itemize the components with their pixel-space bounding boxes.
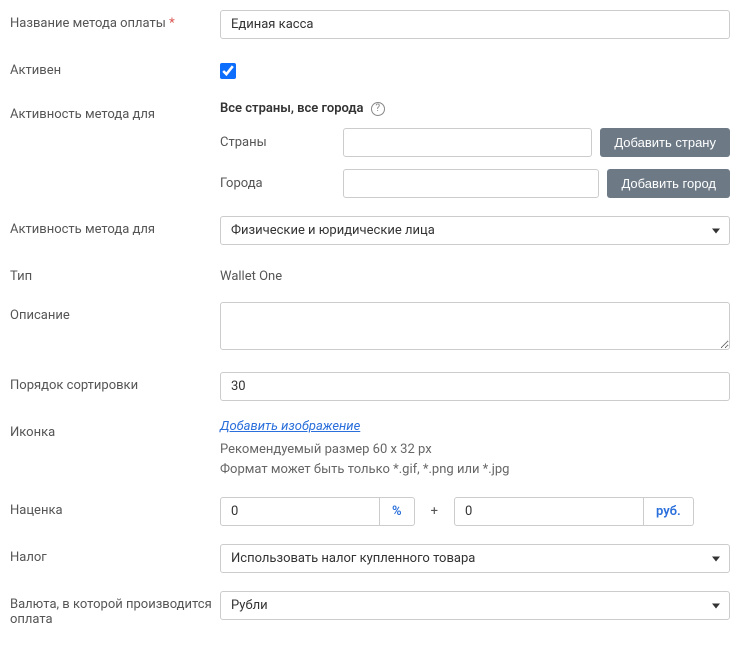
active-checkbox[interactable] [220,63,236,79]
tax-select[interactable]: Использовать налог купленного товара [220,544,730,573]
name-input[interactable] [220,10,730,39]
markup-percent-input[interactable] [220,497,380,526]
help-icon[interactable]: ? [371,102,385,116]
icon-hint-size: Рекомендуемый размер 60 х 32 px [220,440,730,460]
label-name: Название метода оплаты [10,10,220,31]
cities-sublabel: Города [220,176,335,191]
label-markup: Наценка [10,497,220,518]
row-type: Тип Wallet One [10,263,730,284]
row-sort-order: Порядок сортировки [10,372,730,401]
percent-unit: % [380,497,415,526]
label-icon: Иконка [10,419,220,440]
label-activity-region: Активность метода для [10,101,220,122]
label-type: Тип [10,263,220,284]
row-active: Активен [10,57,730,83]
markup-plus: + [415,504,454,519]
currency-select[interactable]: Рубли [220,591,730,620]
description-textarea[interactable] [220,302,730,350]
label-tax: Налог [10,544,220,565]
cities-input[interactable] [343,169,599,198]
markup-fixed-input[interactable] [454,497,644,526]
label-currency: Валюта, в которой произво­дится оплата [10,591,220,627]
row-description: Описание [10,302,730,354]
icon-hint-format: Формат может быть только *.gif, *.png ил… [220,460,730,480]
row-activity-region: Активность метода для Все страны, все го… [10,101,730,198]
label-active: Активен [10,57,220,78]
add-image-link[interactable]: Добавить изображение [220,419,360,434]
type-value: Wallet One [220,263,730,284]
countries-sublabel: Страны [220,135,335,150]
row-icon: Иконка Добавить изображение Рекомендуемы… [10,419,730,479]
label-activity-person: Активность метода для [10,216,220,237]
label-sort-order: Порядок сортировки [10,372,220,393]
person-type-select[interactable]: Физические и юридические лица [220,216,730,245]
countries-input[interactable] [343,128,592,157]
row-tax: Налог Использовать налог купленного това… [10,544,730,573]
sort-order-input[interactable] [220,372,730,401]
currency-unit: руб. [644,497,694,526]
label-description: Описание [10,302,220,323]
row-activity-person: Активность метода для Физические и юриди… [10,216,730,245]
add-country-button[interactable]: Добавить страну [600,128,730,157]
row-currency: Валюта, в которой произво­дится оплата Р… [10,591,730,627]
region-summary: Все страны, все города [220,101,364,116]
row-name: Название метода оплаты [10,10,730,39]
add-city-button[interactable]: Добавить город [607,169,730,198]
row-markup: Наценка % + руб. [10,497,730,526]
